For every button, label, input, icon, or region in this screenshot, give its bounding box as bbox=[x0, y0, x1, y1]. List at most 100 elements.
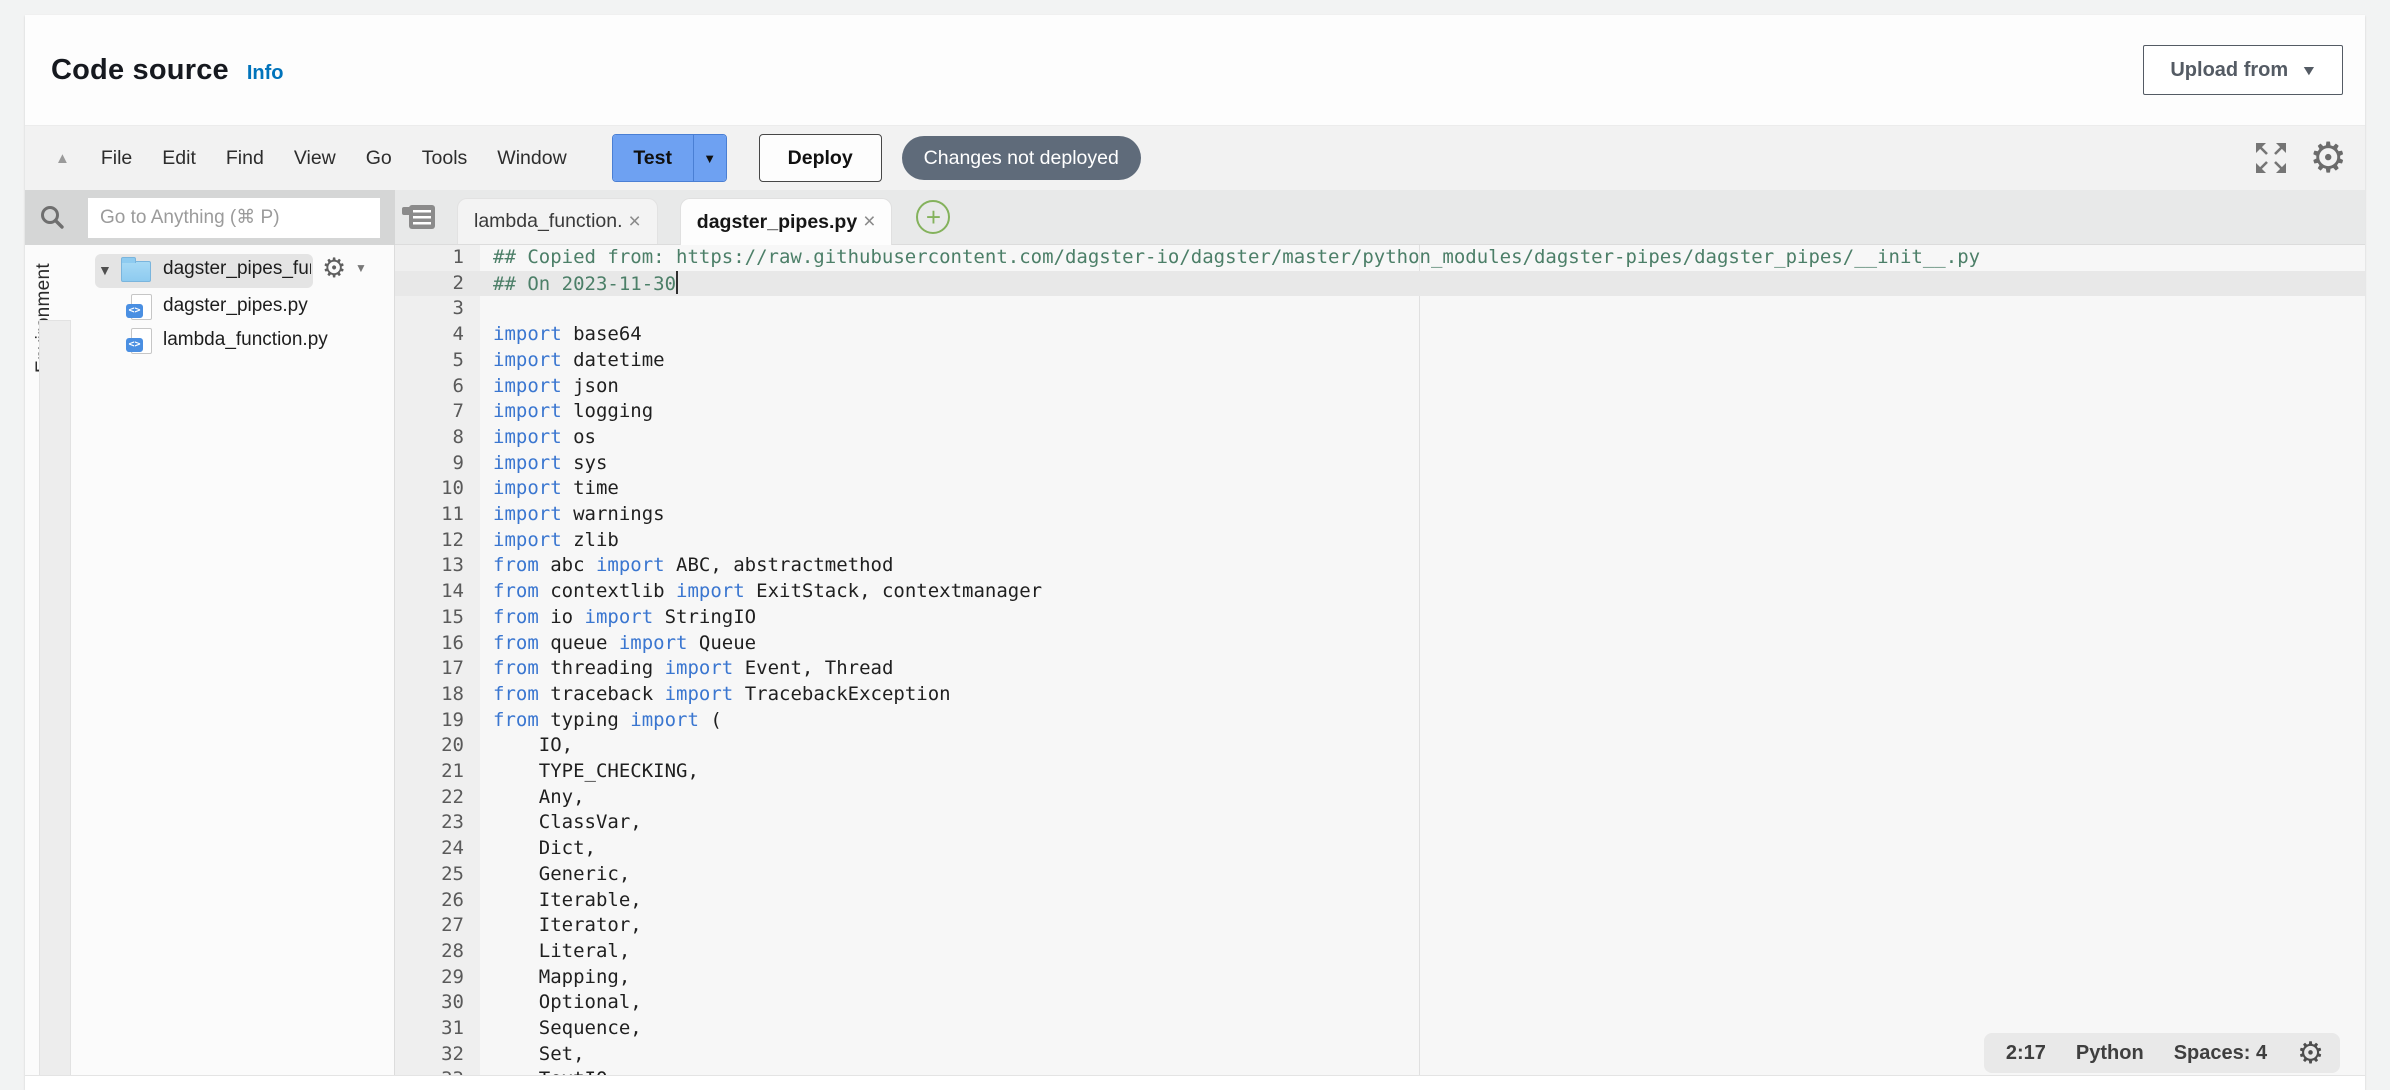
code-line[interactable]: 26 Iterable, bbox=[395, 888, 2365, 914]
code-line[interactable]: 4import base64 bbox=[395, 322, 2365, 348]
code-text: Set, bbox=[493, 1042, 585, 1068]
code-text: import zlib bbox=[493, 528, 619, 554]
editor-settings-gear-icon[interactable]: ⚙ bbox=[2309, 140, 2347, 176]
collapse-arrow-icon[interactable]: ▲ bbox=[55, 150, 70, 167]
indentation-setting[interactable]: Spaces: 4 bbox=[2174, 1042, 2267, 1065]
goto-anything-input[interactable] bbox=[88, 198, 380, 238]
code-line[interactable]: 14from contextlib import ExitStack, cont… bbox=[395, 579, 2365, 605]
code-line[interactable]: 19from typing import ( bbox=[395, 708, 2365, 734]
close-tab-icon[interactable]: × bbox=[863, 210, 875, 234]
deploy-button[interactable]: Deploy bbox=[759, 134, 882, 182]
code-line[interactable]: 20 IO, bbox=[395, 733, 2365, 759]
code-line[interactable]: 30 Optional, bbox=[395, 990, 2365, 1016]
language-mode[interactable]: Python bbox=[2076, 1042, 2144, 1065]
code-text: import warnings bbox=[493, 502, 665, 528]
code-line[interactable]: 15 from io import StringIO bbox=[395, 605, 2365, 631]
code-line[interactable]: 28 Literal, bbox=[395, 939, 2365, 965]
line-number: 22 bbox=[395, 785, 464, 811]
code-line[interactable]: 1## Copied from: https://raw.githubuserc… bbox=[395, 245, 2365, 271]
code-line[interactable]: 6import json bbox=[395, 374, 2365, 400]
tab-dagster-pipes[interactable]: dagster_pipes.py × bbox=[680, 198, 893, 245]
line-number: 10 bbox=[395, 476, 464, 502]
folder-name[interactable]: dagster_pipes_funct bbox=[163, 258, 311, 280]
line-number: 29 bbox=[395, 965, 464, 991]
code-text: ClassVar, bbox=[493, 810, 642, 836]
code-text: from queue import Queue bbox=[493, 631, 756, 657]
tree-settings-gear-icon[interactable]: ⚙ bbox=[322, 253, 346, 284]
code-text: Sequence, bbox=[493, 1016, 642, 1042]
code-line[interactable]: 5import datetime bbox=[395, 348, 2365, 374]
code-line[interactable]: 10import time bbox=[395, 476, 2365, 502]
line-number: 7 bbox=[395, 399, 464, 425]
new-tab-button[interactable]: + bbox=[916, 200, 950, 234]
code-text: IO, bbox=[493, 733, 573, 759]
code-line[interactable]: 22 Any, bbox=[395, 785, 2365, 811]
code-line[interactable]: 25 Generic, bbox=[395, 862, 2365, 888]
code-line[interactable]: 13from abc import ABC, abstractmethod bbox=[395, 553, 2365, 579]
code-line[interactable]: 21 TYPE_CHECKING, bbox=[395, 759, 2365, 785]
code-line[interactable]: 24 Dict, bbox=[395, 836, 2365, 862]
cursor-position[interactable]: 2:17 bbox=[2006, 1042, 2046, 1065]
line-number: 12 bbox=[395, 528, 464, 554]
environment-panel: Environment ▼ dagster_pipes_funct ⚙ ▼ da… bbox=[25, 245, 395, 1075]
test-dropdown-button[interactable]: ▼ bbox=[693, 135, 726, 181]
line-number: 3 bbox=[395, 296, 464, 322]
code-text: Dict, bbox=[493, 836, 596, 862]
goto-anything-zone bbox=[25, 190, 395, 245]
search-icon bbox=[37, 203, 67, 233]
test-button[interactable]: Test bbox=[613, 135, 693, 181]
code-line[interactable]: 2## On 2023-11-30 bbox=[395, 271, 2365, 297]
code-line[interactable]: 12 import zlib bbox=[395, 528, 2365, 554]
close-tab-icon[interactable]: × bbox=[629, 210, 641, 234]
code-line[interactable]: 23 ClassVar, bbox=[395, 810, 2365, 836]
code-line[interactable]: 17from threading import Event, Thread bbox=[395, 656, 2365, 682]
menu-tools[interactable]: Tools bbox=[407, 147, 483, 170]
code-line[interactable]: 29 Mapping, bbox=[395, 965, 2365, 991]
line-number: 18 bbox=[395, 682, 464, 708]
folder-caret-icon[interactable]: ▼ bbox=[98, 262, 112, 278]
menu-find[interactable]: Find bbox=[211, 147, 279, 170]
line-number: 2 bbox=[395, 271, 464, 297]
info-link[interactable]: Info bbox=[247, 62, 284, 85]
tree-settings-chevron-icon[interactable]: ▼ bbox=[355, 261, 367, 275]
fullscreen-icon[interactable] bbox=[2253, 140, 2289, 176]
line-number: 14 bbox=[395, 579, 464, 605]
code-line[interactable]: 3 bbox=[395, 296, 2365, 322]
line-number: 20 bbox=[395, 733, 464, 759]
code-line[interactable]: 18from traceback import TracebackExcepti… bbox=[395, 682, 2365, 708]
line-number: 16 bbox=[395, 631, 464, 657]
code-text: from io import StringIO bbox=[493, 605, 756, 631]
line-number: 13 bbox=[395, 553, 464, 579]
code-line[interactable]: 9import sys bbox=[395, 451, 2365, 477]
menu-window[interactable]: Window bbox=[482, 147, 581, 170]
upload-from-button[interactable]: Upload from ▼ bbox=[2143, 45, 2343, 95]
editor-status-bar: 2:17 Python Spaces: 4 ⚙ bbox=[1984, 1033, 2340, 1073]
menu-edit[interactable]: Edit bbox=[147, 147, 211, 170]
code-text: Any, bbox=[493, 785, 585, 811]
page-title: Code source bbox=[51, 54, 229, 87]
tab-list-icon[interactable] bbox=[409, 205, 435, 229]
code-text: ## Copied from: https://raw.githubuserco… bbox=[493, 245, 1980, 271]
search-and-tabs-row: lambda_function. × dagster_pipes.py × + bbox=[25, 190, 2365, 245]
deploy-status-badge: Changes not deployed bbox=[902, 136, 1141, 180]
code-line[interactable]: 8import os bbox=[395, 425, 2365, 451]
status-settings-gear-icon[interactable]: ⚙ bbox=[2297, 1036, 2324, 1071]
line-number: 11 bbox=[395, 502, 464, 528]
line-number: 28 bbox=[395, 939, 464, 965]
panel-bottom-strip bbox=[25, 1075, 2365, 1090]
text-cursor bbox=[676, 271, 678, 294]
line-number: 24 bbox=[395, 836, 464, 862]
code-editor[interactable]: 1## Copied from: https://raw.githubuserc… bbox=[395, 245, 2365, 1075]
menu-file[interactable]: File bbox=[86, 147, 147, 170]
code-line[interactable]: 27 Iterator, bbox=[395, 913, 2365, 939]
line-number: 15 bbox=[395, 605, 464, 631]
tab-lambda-function[interactable]: lambda_function. × bbox=[457, 198, 658, 244]
menu-view[interactable]: View bbox=[279, 147, 351, 170]
code-line[interactable]: 11 import warnings bbox=[395, 502, 2365, 528]
code-text: from typing import ( bbox=[493, 708, 722, 734]
code-line[interactable]: 7import logging bbox=[395, 399, 2365, 425]
menu-go[interactable]: Go bbox=[351, 147, 407, 170]
code-text: TYPE_CHECKING, bbox=[493, 759, 699, 785]
code-text: Iterable, bbox=[493, 888, 642, 914]
code-line[interactable]: 16 from queue import Queue bbox=[395, 631, 2365, 657]
